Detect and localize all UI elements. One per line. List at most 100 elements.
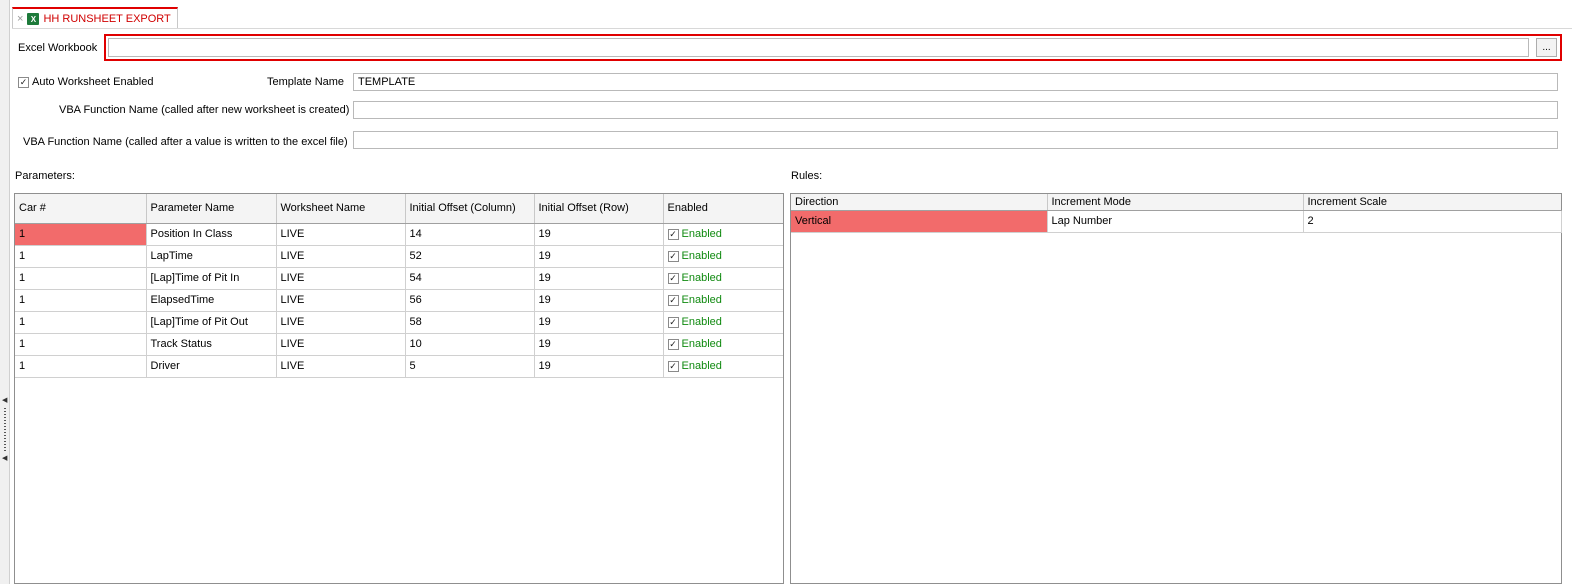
worksheet-name-cell[interactable]: LIVE — [276, 245, 406, 268]
enabled-text: Enabled — [681, 360, 722, 372]
panel-splitter[interactable]: ◀ ◀ — [0, 0, 10, 584]
template-name-label: Template Name — [267, 76, 345, 88]
parameters-label: Parameters: — [15, 170, 75, 182]
offset-row-cell[interactable]: 19 — [534, 245, 664, 268]
offset-column-cell[interactable]: 54 — [405, 267, 535, 290]
enabled-text: Enabled — [681, 316, 722, 328]
enabled-cell[interactable]: ✓ Enabled — [663, 245, 783, 268]
worksheet-name-cell[interactable]: LIVE — [276, 311, 406, 334]
table-row[interactable]: 1 LapTime LIVE 52 19 ✓ Enabled — [15, 245, 783, 268]
enabled-text: Enabled — [681, 338, 722, 350]
enabled-cell[interactable]: ✓ Enabled — [663, 311, 783, 334]
table-row[interactable]: 1 [Lap]Time of Pit Out LIVE 58 19 ✓ Enabl… — [15, 311, 783, 334]
offset-column-cell[interactable]: 56 — [405, 289, 535, 312]
car-cell[interactable]: 1 — [15, 289, 147, 312]
worksheet-name-cell[interactable]: LIVE — [276, 223, 406, 246]
excel-icon: X — [27, 13, 40, 25]
offset-column-cell[interactable]: 10 — [405, 333, 535, 356]
column-header-initial-offset-row[interactable]: Initial Offset (Row) — [534, 194, 664, 224]
column-header-car[interactable]: Car # — [15, 194, 147, 224]
offset-row-cell[interactable]: 19 — [534, 267, 664, 290]
car-cell[interactable]: 1 — [15, 267, 147, 290]
offset-column-cell[interactable]: 58 — [405, 311, 535, 334]
excel-workbook-input[interactable] — [108, 38, 1529, 57]
enabled-checkbox[interactable]: ✓ — [667, 294, 679, 306]
template-name-input[interactable] — [353, 73, 1558, 91]
enabled-checkbox[interactable]: ✓ — [667, 250, 679, 262]
enabled-checkbox[interactable]: ✓ — [667, 272, 679, 284]
browse-button[interactable]: ... — [1536, 38, 1557, 57]
enabled-checkbox[interactable]: ✓ — [667, 360, 679, 372]
increment-scale-cell[interactable]: 2 — [1303, 210, 1562, 233]
enabled-cell[interactable]: ✓ Enabled — [663, 223, 783, 246]
worksheet-name-cell[interactable]: LIVE — [276, 333, 406, 356]
worksheet-name-cell[interactable]: LIVE — [276, 289, 406, 312]
column-header-worksheet-name[interactable]: Worksheet Name — [276, 194, 406, 224]
offset-row-cell[interactable]: 19 — [534, 311, 664, 334]
parameters-grid[interactable]: Car # Parameter Name Worksheet Name Init… — [14, 193, 784, 584]
table-row[interactable]: 1 Driver LIVE 5 19 ✓ Enabled — [15, 355, 783, 378]
column-header-direction[interactable]: Direction — [791, 194, 1048, 211]
parameter-name-cell[interactable]: Driver — [146, 355, 277, 378]
enabled-text: Enabled — [681, 272, 722, 284]
vba-value-written-label: VBA Function Name (called after a value … — [23, 136, 348, 148]
parameter-name-cell[interactable]: Position In Class — [146, 223, 277, 246]
tab-runsheet-export[interactable]: × X HH RUNSHEET EXPORT — [12, 7, 178, 29]
table-row[interactable]: Vertical Lap Number 2 — [791, 210, 1562, 233]
enabled-cell[interactable]: ✓ Enabled — [663, 289, 783, 312]
column-header-parameter-name[interactable]: Parameter Name — [146, 194, 277, 224]
parameter-name-cell[interactable]: LapTime — [146, 245, 277, 268]
auto-worksheet-checkbox[interactable]: ✓ — [18, 76, 29, 88]
car-cell[interactable]: 1 — [15, 355, 147, 378]
enabled-text: Enabled — [681, 294, 722, 306]
collapse-arrow-icon[interactable]: ◀ — [2, 397, 7, 404]
parameter-name-cell[interactable]: ElapsedTime — [146, 289, 277, 312]
tab-divider — [12, 28, 1572, 29]
column-header-initial-offset-column[interactable]: Initial Offset (Column) — [405, 194, 535, 224]
enabled-cell[interactable]: ✓ Enabled — [663, 333, 783, 356]
table-row[interactable]: 1 ElapsedTime LIVE 56 19 ✓ Enabled — [15, 289, 783, 312]
car-cell[interactable]: 1 — [15, 223, 147, 246]
enabled-cell[interactable]: ✓ Enabled — [663, 267, 783, 290]
vba-value-written-input[interactable] — [353, 131, 1558, 149]
increment-mode-cell[interactable]: Lap Number — [1047, 210, 1304, 233]
enabled-cell[interactable]: ✓ Enabled — [663, 355, 783, 378]
column-header-enabled[interactable]: Enabled — [663, 194, 783, 224]
close-icon[interactable]: × — [17, 13, 23, 25]
column-header-increment-mode[interactable]: Increment Mode — [1047, 194, 1304, 211]
excel-workbook-label: Excel Workbook — [18, 42, 98, 54]
enabled-text: Enabled — [681, 250, 722, 262]
vba-new-worksheet-label: VBA Function Name (called after new work… — [59, 104, 350, 116]
rules-grid[interactable]: Direction Increment Mode Increment Scale… — [790, 193, 1562, 584]
car-cell[interactable]: 1 — [15, 333, 147, 356]
vba-new-worksheet-input[interactable] — [353, 101, 1558, 119]
enabled-checkbox[interactable]: ✓ — [667, 338, 679, 350]
parameter-name-cell[interactable]: [Lap]Time of Pit In — [146, 267, 277, 290]
offset-row-cell[interactable]: 19 — [534, 355, 664, 378]
tab-title: HH RUNSHEET EXPORT — [43, 13, 171, 25]
table-row[interactable]: 1 Position In Class LIVE 14 19 ✓ Enabled — [15, 223, 783, 246]
table-row[interactable]: 1 [Lap]Time of Pit In LIVE 54 19 ✓ Enable… — [15, 267, 783, 290]
auto-worksheet-label: Auto Worksheet Enabled — [32, 76, 154, 88]
parameter-name-cell[interactable]: Track Status — [146, 333, 277, 356]
parameter-name-cell[interactable]: [Lap]Time of Pit Out — [146, 311, 277, 334]
offset-row-cell[interactable]: 19 — [534, 289, 664, 312]
offset-column-cell[interactable]: 5 — [405, 355, 535, 378]
worksheet-name-cell[interactable]: LIVE — [276, 355, 406, 378]
offset-row-cell[interactable]: 19 — [534, 333, 664, 356]
expand-arrow-icon[interactable]: ◀ — [2, 455, 7, 462]
worksheet-name-cell[interactable]: LIVE — [276, 267, 406, 290]
column-header-increment-scale[interactable]: Increment Scale — [1303, 194, 1561, 211]
direction-cell[interactable]: Vertical — [791, 210, 1048, 233]
table-row[interactable]: 1 Track Status LIVE 10 19 ✓ Enabled — [15, 333, 783, 356]
car-cell[interactable]: 1 — [15, 311, 147, 334]
car-cell[interactable]: 1 — [15, 245, 147, 268]
rules-label: Rules: — [791, 170, 823, 182]
enabled-checkbox[interactable]: ✓ — [667, 316, 679, 328]
offset-column-cell[interactable]: 52 — [405, 245, 535, 268]
splitter-grip-icon[interactable] — [4, 408, 6, 452]
enabled-checkbox[interactable]: ✓ — [667, 228, 679, 240]
offset-row-cell[interactable]: 19 — [534, 223, 664, 246]
offset-column-cell[interactable]: 14 — [405, 223, 535, 246]
enabled-text: Enabled — [681, 228, 722, 240]
